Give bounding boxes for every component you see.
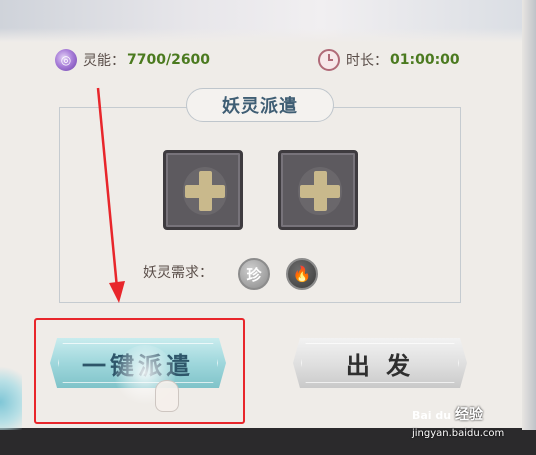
energy-icon: ◎ <box>55 49 77 71</box>
depart-button[interactable]: 出 发 <box>293 338 467 388</box>
depart-label: 出 发 <box>345 350 415 380</box>
spirit-slot-2[interactable] <box>278 150 358 230</box>
watermark: Bai du 经验 jingyan.baidu.com <box>408 402 524 442</box>
fire-element-icon: 🔥 <box>286 258 318 290</box>
watermark-brand: 经验 <box>455 407 483 423</box>
requirement-label: 妖灵需求： <box>143 265 213 281</box>
baidu-logo-icon: Bai du <box>412 408 452 422</box>
watermark-url: jingyan.baidu.com <box>412 428 505 439</box>
annotation-highlight-box <box>34 318 245 424</box>
energy-stat: ◎ 灵能： 7700/2600 <box>55 48 210 72</box>
duration-stat: 时长： 01:00:00 <box>318 48 460 72</box>
top-decorative-banner <box>0 0 536 42</box>
energy-label: 灵能： <box>83 53 125 69</box>
duration-label: 时长： <box>346 53 388 69</box>
rare-badge-icon: 珍 <box>238 258 270 290</box>
panel-title: 妖灵派遣 <box>186 88 334 122</box>
panel-right-edge <box>522 0 536 430</box>
spirit-slot-1[interactable] <box>163 150 243 230</box>
water-splash-decoration <box>0 360 22 430</box>
energy-value: 7700/2600 <box>127 52 211 68</box>
duration-value: 01:00:00 <box>390 52 460 68</box>
clock-icon <box>318 49 340 71</box>
